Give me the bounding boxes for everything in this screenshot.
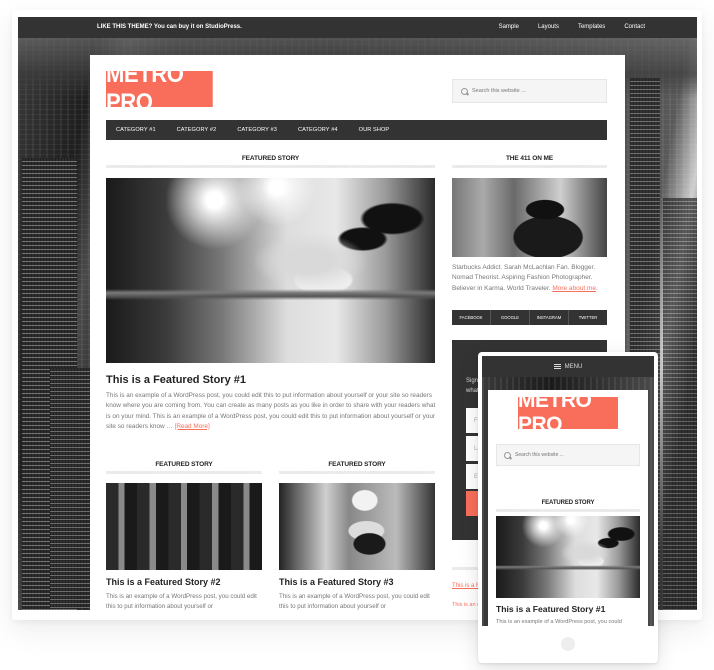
post-title-3[interactable]: This is a Featured Story #3 (279, 577, 394, 587)
more-about-me-link[interactable]: More about me (552, 285, 596, 292)
top-nav: Sample Layouts Templates Contact (499, 24, 645, 30)
twitter-button[interactable]: TWITTER (569, 310, 607, 325)
facebook-button[interactable]: FACEBOOK (452, 310, 491, 325)
social-buttons: FACEBOOK GOOGLE INSTAGRAM TWITTER (452, 310, 607, 325)
primary-nav: CATEGORY #1 CATEGORY #2 CATEGORY #3 CATE… (106, 120, 607, 140)
about-image (452, 178, 607, 257)
mobile-featured-image[interactable] (496, 516, 640, 598)
nav-item-category-3[interactable]: CATEGORY #3 (237, 127, 277, 133)
mobile-featured-title: FEATURED STORY (541, 500, 595, 506)
mobile-search-box[interactable] (496, 444, 640, 466)
post-excerpt-2: This is an example of a WordPress post, … (106, 593, 257, 610)
top-link-layouts[interactable]: Layouts (538, 24, 559, 30)
featured-image-3[interactable] (279, 483, 435, 570)
featured-section-title: FEATURED STORY (328, 461, 386, 468)
top-bar: LIKE THIS THEME? You can buy it on Studi… (18, 17, 697, 38)
home-button[interactable] (561, 637, 575, 651)
section-divider (106, 471, 262, 474)
search-box[interactable] (452, 79, 607, 103)
search-input[interactable] (472, 88, 592, 94)
nav-item-category-1[interactable]: CATEGORY #1 (116, 127, 156, 133)
site-logo[interactable]: METRO PRO (106, 61, 213, 116)
top-link-templates[interactable]: Templates (578, 24, 605, 30)
about-widget-title: THE 411 ON ME (505, 155, 554, 162)
section-divider (106, 165, 435, 168)
search-icon (461, 87, 468, 95)
post-title-2[interactable]: This is a Featured Story #2 (106, 577, 221, 587)
mobile-site-logo[interactable]: METRO PRO (518, 389, 618, 436)
mobile-screen: MENU METRO PRO FEATURED STORY This is a … (482, 356, 654, 626)
instagram-button[interactable]: INSTAGRAM (530, 310, 569, 325)
about-bio: Starbucks Addict. Sarah McLachlan Fan. B… (452, 264, 598, 292)
mobile-search-input[interactable] (515, 452, 625, 458)
google-button[interactable]: GOOGLE (491, 310, 530, 325)
featured-image[interactable] (106, 178, 435, 363)
nav-item-category-2[interactable]: CATEGORY #2 (177, 127, 217, 133)
section-divider (452, 165, 607, 168)
hamburger-icon (553, 364, 561, 369)
mobile-post-excerpt: This is an example of a WordPress post, … (496, 619, 622, 625)
post-excerpt-3: This is an example of a WordPress post, … (279, 593, 430, 610)
featured-image-2[interactable] (106, 483, 262, 570)
mobile-content-panel: METRO PRO FEATURED STORY This is a Featu… (488, 389, 648, 626)
nav-item-category-4[interactable]: CATEGORY #4 (298, 127, 338, 133)
mobile-menu-label: MENU (564, 363, 583, 370)
featured-post-excerpt: This is an example of a WordPress post, … (106, 392, 436, 430)
section-divider (496, 509, 640, 512)
read-more-link[interactable]: [Read More] (175, 423, 210, 430)
featured-section-title: FEATURED STORY (241, 155, 300, 162)
nav-item-our-shop[interactable]: OUR SHOP (359, 127, 390, 133)
featured-section-title: FEATURED STORY (155, 461, 213, 468)
mobile-post-title[interactable]: This is a Featured Story #1 (496, 604, 605, 614)
section-divider (279, 471, 435, 474)
mobile-preview: MENU METRO PRO FEATURED STORY This is a … (478, 352, 658, 663)
search-icon (504, 451, 511, 459)
top-link-sample[interactable]: Sample (499, 24, 519, 30)
mobile-menu-bar[interactable]: MENU (482, 356, 654, 377)
featured-post-title[interactable]: This is a Featured Story #1 (106, 374, 246, 386)
top-link-contact[interactable]: Contact (624, 24, 645, 30)
promo-text: LIKE THIS THEME? You can buy it on Studi… (97, 24, 242, 30)
